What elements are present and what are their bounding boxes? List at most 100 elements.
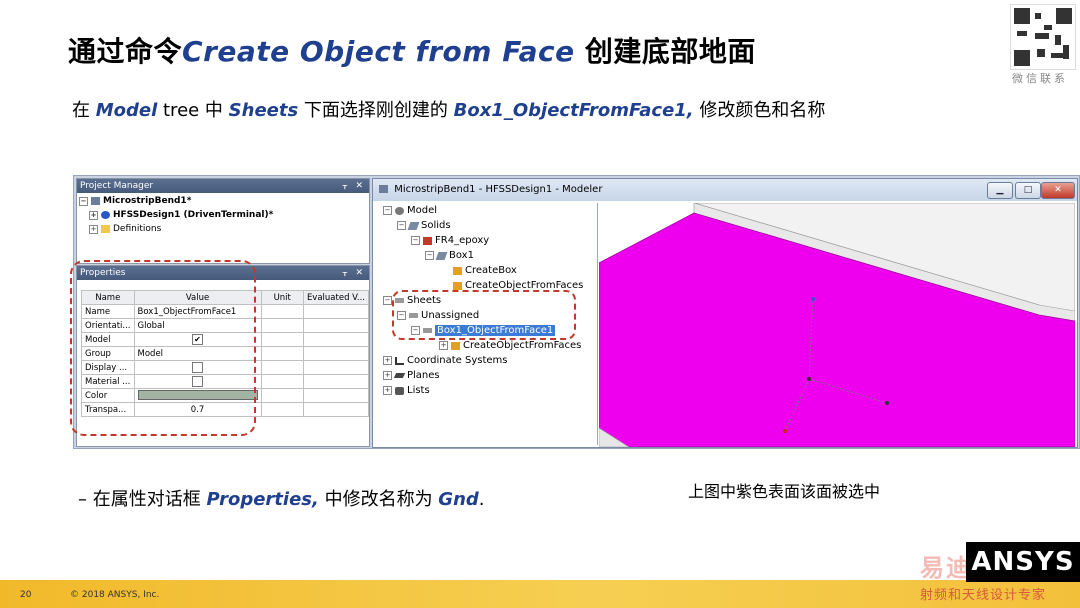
tree-item-planes[interactable]: + Planes xyxy=(383,370,440,381)
project-icon xyxy=(91,197,100,205)
3d-model-view xyxy=(599,203,1075,447)
bullet-text: – 在属性对话框 xyxy=(78,489,207,510)
modeler-titlebar: MicrostripBend1 - HFSSDesign1 - Modeler … xyxy=(373,179,1077,201)
design-icon xyxy=(101,211,110,219)
tree-item-model[interactable]: − Model xyxy=(383,205,437,216)
slide-subtitle: 在 Model tree 中 Sheets 下面选择刚创建的 Box1_Obje… xyxy=(72,96,825,122)
tree-item-coordinate-systems[interactable]: + Coordinate Systems xyxy=(383,355,508,366)
expand-icon[interactable]: + xyxy=(383,371,392,380)
subtitle-text: tree 中 xyxy=(157,100,229,121)
operation-icon xyxy=(453,281,462,290)
maximize-button[interactable]: □ xyxy=(1015,182,1041,199)
axis-point xyxy=(783,429,787,433)
folder-icon xyxy=(101,225,110,233)
tree-label: HFSSDesign1 (DrivenTerminal)* xyxy=(113,210,274,220)
qr-caption: 微信联系 xyxy=(1012,72,1068,85)
tree-label: FR4_epoxy xyxy=(435,235,490,246)
tree-item-lists[interactable]: + Lists xyxy=(383,385,430,396)
title-suffix: 创建底部地面 xyxy=(584,35,756,68)
expand-icon[interactable]: + xyxy=(89,210,98,220)
subtitle-text: 修改颜色和名称 xyxy=(693,100,826,121)
close-icon[interactable]: ✕ xyxy=(355,266,363,280)
subtitle-keyword-model: Model xyxy=(95,100,158,121)
coordinate-system-icon xyxy=(395,356,404,365)
title-command: Create Object from Face xyxy=(182,35,575,68)
property-evaluated xyxy=(302,304,370,319)
3d-viewport[interactable] xyxy=(599,203,1075,447)
collapse-icon[interactable]: − xyxy=(397,221,406,230)
tree-item-solids[interactable]: − Solids xyxy=(397,220,451,231)
expand-icon[interactable]: + xyxy=(383,356,392,365)
tree-label: Solids xyxy=(421,220,451,231)
tree-item-project[interactable]: − MicrostripBend1* xyxy=(79,196,191,206)
property-unit xyxy=(260,332,304,347)
collapse-icon[interactable]: − xyxy=(383,206,392,215)
bullet-keyword-gnd: Gnd xyxy=(438,489,479,510)
property-unit xyxy=(260,304,304,319)
tree-label: Coordinate Systems xyxy=(407,355,508,366)
operation-icon xyxy=(451,341,460,350)
model-icon xyxy=(395,206,404,215)
property-unit xyxy=(260,360,304,375)
collapse-icon[interactable]: − xyxy=(411,236,420,245)
property-evaluated xyxy=(302,388,370,403)
tree-item-box1[interactable]: − Box1 xyxy=(425,250,474,261)
tree-label: Definitions xyxy=(113,224,162,234)
tree-item-material[interactable]: − FR4_epoxy xyxy=(411,235,489,246)
expand-icon[interactable]: + xyxy=(383,386,392,395)
subtitle-keyword-object: Box1_ObjectFromFace1, xyxy=(453,100,694,121)
plane-icon xyxy=(393,373,406,378)
slide-title: 通过命令Create Object from Face 创建底部地面 xyxy=(68,30,756,70)
tree-label: CreateObjectFromFaces xyxy=(463,340,582,351)
copyright: © 2018 ANSYS, Inc. xyxy=(70,590,160,600)
property-unit xyxy=(260,388,304,403)
pin-icon[interactable]: ᚁ xyxy=(343,179,347,193)
tree-item-design[interactable]: + HFSSDesign1 (DrivenTerminal)* xyxy=(89,210,273,220)
tree-label: Planes xyxy=(407,370,440,381)
list-icon xyxy=(395,386,404,395)
close-button[interactable]: ✕ xyxy=(1041,182,1075,199)
subtitle-text: 下面选择刚创建的 xyxy=(298,100,454,121)
expand-icon[interactable]: + xyxy=(439,341,448,350)
axis-point xyxy=(811,297,815,301)
project-manager-header: Project Manager ᚁ ✕ xyxy=(77,179,369,193)
sheets-highlight xyxy=(392,290,576,340)
box-icon xyxy=(435,251,448,260)
tree-label: MicrostripBend1* xyxy=(103,196,192,206)
close-icon[interactable]: ✕ xyxy=(355,179,363,193)
property-evaluated xyxy=(302,332,370,347)
minimize-button[interactable]: ▁ xyxy=(987,182,1013,199)
property-unit xyxy=(260,402,304,417)
column-header: Unit xyxy=(260,290,304,305)
axis-point xyxy=(885,401,889,405)
pin-icon[interactable]: ᚁ xyxy=(343,266,347,280)
property-unit xyxy=(260,346,304,361)
property-evaluated xyxy=(302,374,370,389)
bullet-keyword-properties: Properties, xyxy=(206,489,319,510)
instruction-bullet: – 在属性对话框 Properties, 中修改名称为 Gnd. xyxy=(78,485,485,511)
collapse-icon[interactable]: − xyxy=(79,196,88,206)
property-evaluated xyxy=(302,346,370,361)
bullet-text: . xyxy=(478,489,485,510)
properties-highlight xyxy=(70,260,256,436)
solids-icon xyxy=(407,221,420,230)
subtitle-keyword-sheets: Sheets xyxy=(228,100,299,121)
property-unit xyxy=(260,318,304,333)
collapse-icon[interactable]: − xyxy=(425,251,434,260)
watermark-subtitle: 射频和天线设计专家 xyxy=(920,588,1047,603)
project-manager-title: Project Manager xyxy=(80,181,154,191)
expand-icon[interactable]: + xyxy=(89,224,98,234)
footer-bar xyxy=(0,580,1080,608)
tree-item-createbox[interactable]: CreateBox xyxy=(453,265,517,276)
tree-item-createobjectfromfaces[interactable]: + CreateObjectFromFaces xyxy=(439,340,581,351)
tree-label: Model xyxy=(407,205,438,216)
tree-label: Lists xyxy=(407,385,430,396)
bullet-text: 中修改名称为 xyxy=(318,489,439,510)
collapse-icon[interactable]: − xyxy=(383,296,392,305)
qr-code xyxy=(1010,4,1076,70)
title-prefix: 通过命令 xyxy=(68,35,183,68)
tree-item-definitions[interactable]: + Definitions xyxy=(89,224,161,234)
property-unit xyxy=(260,374,304,389)
subtitle-text: 在 xyxy=(72,100,96,121)
material-icon xyxy=(423,236,432,245)
